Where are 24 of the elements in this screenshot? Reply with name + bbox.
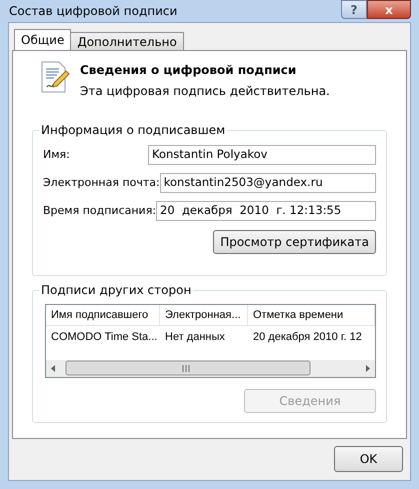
ok-button[interactable]: OK [334,446,403,472]
text-field[interactable]: konstantin2503@yandex.ru [160,173,376,193]
column-header[interactable]: Электронная... [160,305,248,325]
text-field[interactable]: 20 декабря 2010 г. 12:13:55 [156,201,376,221]
view-certificate-button[interactable]: Просмотр сертификата [213,230,376,254]
column-header[interactable]: Отметка времени [248,305,375,325]
text-field[interactable]: Konstantin Polyakov [148,145,376,165]
help-button[interactable]: ? [341,0,367,19]
field-label: Время подписания: [43,202,156,219]
table-cell-text: COMODO Time Sta... [50,330,158,345]
group-title: Подписи других сторон [39,283,194,297]
document-pen-icon [40,61,70,93]
table-cell-text: 20 декабря 2010 г. 12 [252,330,363,345]
column-header[interactable]: Имя подписавшего [46,305,160,325]
header-title: Сведения о цифровой подписи [80,62,298,79]
horizontal-scrollbar[interactable] [46,360,375,377]
field-label: Электронная почта: [43,174,160,191]
tab[interactable]: Общие [14,29,72,50]
table-cell-text: Нет данных [164,330,226,345]
group-title: Информация о подписавшем [39,123,228,137]
field-label: Имя: [43,146,70,163]
tab[interactable]: Дополнительно [70,32,184,50]
window-title: Состав цифровой подписи [9,3,178,20]
header-subtitle: Эта цифровая подпись действительна. [80,83,330,100]
